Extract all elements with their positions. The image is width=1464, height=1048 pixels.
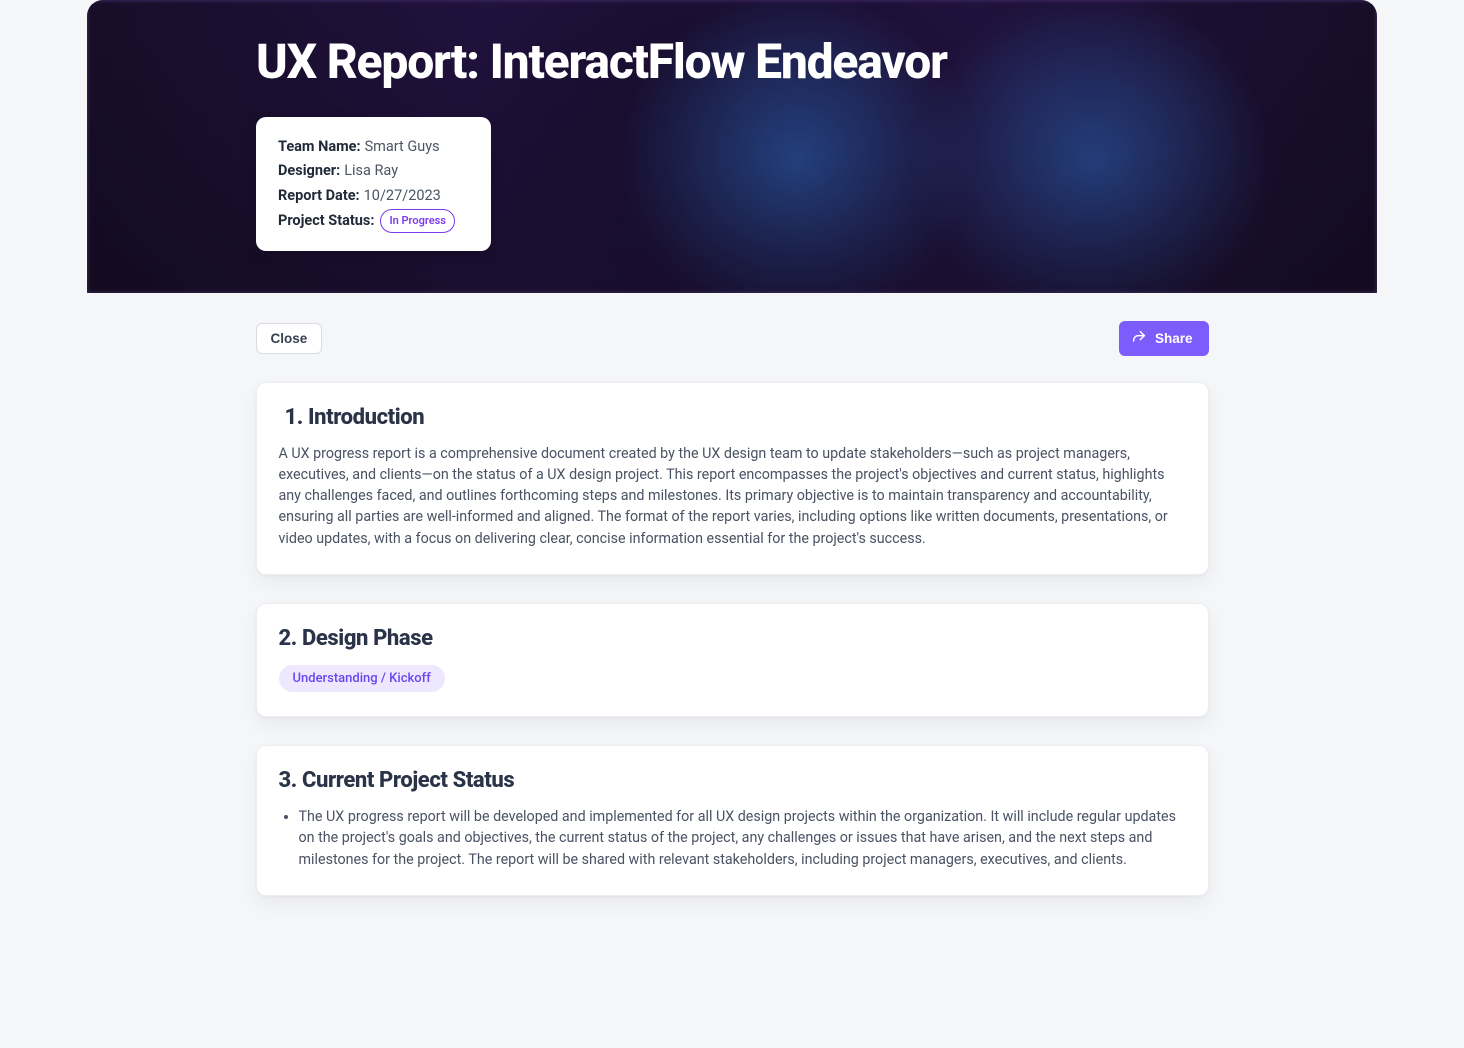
share-icon [1131, 329, 1147, 348]
share-button[interactable]: Share [1119, 321, 1209, 356]
content: 1. Introduction A UX progress report is … [256, 382, 1209, 896]
section-current-status-heading: 3. Current Project Status [279, 768, 1186, 793]
meta-status-label: Project Status: [278, 209, 374, 234]
design-phase-tag: Understanding / Kickoff [279, 665, 445, 692]
meta-card: Team Name: Smart Guys Designer: Lisa Ray… [256, 117, 491, 252]
meta-date-label: Report Date: [278, 184, 360, 209]
meta-status: Project Status: In Progress [278, 209, 469, 234]
meta-designer-value: Lisa Ray [344, 159, 398, 184]
page: UX Report: InteractFlow Endeavor Team Na… [87, 0, 1377, 924]
meta-designer-label: Designer: [278, 159, 340, 184]
actions-bar: Close Share [256, 321, 1209, 356]
close-button[interactable]: Close [256, 323, 323, 354]
section-introduction-heading: 1. Introduction [279, 405, 1186, 430]
page-title: UX Report: InteractFlow Endeavor [256, 36, 1377, 89]
section-design-phase: 2. Design Phase Understanding / Kickoff [256, 603, 1209, 717]
meta-date-value: 10/27/2023 [364, 184, 441, 209]
meta-designer: Designer: Lisa Ray [278, 159, 469, 184]
section-introduction-body: A UX progress report is a comprehensive … [279, 444, 1186, 550]
list-item: The UX progress report will be developed… [299, 807, 1186, 871]
section-design-phase-heading: 2. Design Phase [279, 626, 1186, 651]
section-introduction: 1. Introduction A UX progress report is … [256, 382, 1209, 575]
share-button-label: Share [1155, 331, 1193, 346]
meta-team: Team Name: Smart Guys [278, 135, 469, 160]
meta-team-value: Smart Guys [365, 135, 440, 160]
status-badge: In Progress [380, 209, 454, 234]
meta-team-label: Team Name: [278, 135, 361, 160]
meta-date: Report Date: 10/27/2023 [278, 184, 469, 209]
section-current-status-list: The UX progress report will be developed… [279, 807, 1186, 871]
section-current-status: 3. Current Project Status The UX progres… [256, 745, 1209, 896]
hero: UX Report: InteractFlow Endeavor Team Na… [87, 0, 1377, 293]
hero-content: UX Report: InteractFlow Endeavor Team Na… [87, 0, 1377, 251]
